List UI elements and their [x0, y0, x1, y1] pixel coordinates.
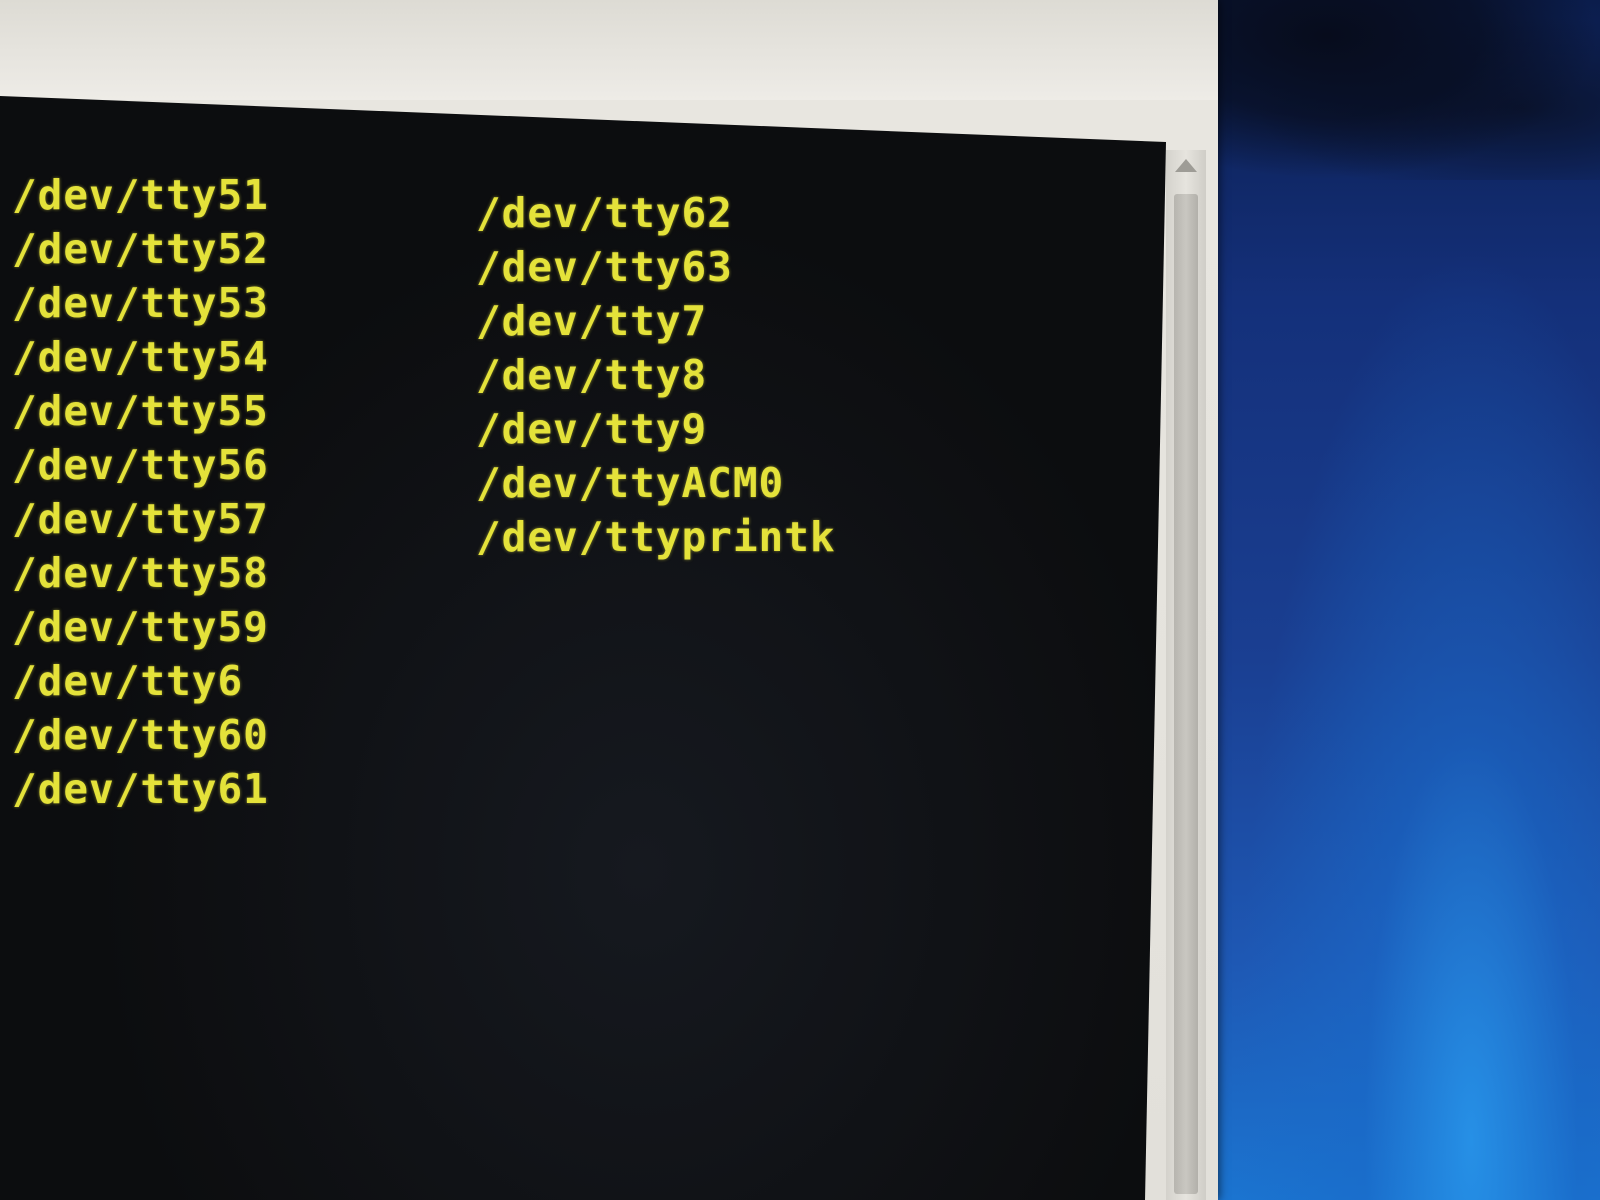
- output-line: /dev/tty58: [12, 549, 269, 597]
- window-frame: [0, 0, 1218, 100]
- scrollbar-thumb[interactable]: [1174, 194, 1198, 1194]
- output-line: /dev/tty59: [12, 603, 269, 651]
- output-line: /dev/tty62: [476, 189, 733, 237]
- scroll-up-button[interactable]: [1166, 156, 1206, 184]
- output-line: /dev/ttyprintk: [476, 513, 836, 561]
- output-line: /dev/tty63: [476, 243, 733, 291]
- terminal-output[interactable]: /dev/tty51 /dev/tty52 /dev/tty53 /dev/tt…: [0, 96, 1166, 1200]
- output-line: /dev/tty6: [12, 657, 244, 705]
- chevron-up-icon: [1175, 159, 1197, 172]
- output-line: /dev/tty9: [476, 405, 708, 453]
- output-line: /dev/tty57: [12, 495, 269, 543]
- output-line: /dev/tty52: [12, 225, 269, 273]
- output-column-2: /dev/tty62 /dev/tty63 /dev/tty7 /dev/tty…: [476, 186, 836, 564]
- wallpaper-clouds: [1210, 0, 1600, 180]
- output-line: /dev/tty60: [12, 711, 269, 759]
- output-line: /dev/tty54: [12, 333, 269, 381]
- output-line: /dev/ttyACM0: [476, 459, 785, 507]
- output-column-1: /dev/tty51 /dev/tty52 /dev/tty53 /dev/tt…: [12, 168, 269, 816]
- output-line: /dev/tty51: [12, 171, 269, 219]
- output-line: /dev/tty8: [476, 351, 708, 399]
- output-line: /dev/tty56: [12, 441, 269, 489]
- desktop-wallpaper: [1170, 0, 1600, 1200]
- output-line: /dev/tty53: [12, 279, 269, 327]
- vertical-scrollbar[interactable]: [1166, 150, 1206, 1200]
- terminal-window: /dev/tty51 /dev/tty52 /dev/tty53 /dev/tt…: [0, 0, 1218, 1200]
- output-line: /dev/tty55: [12, 387, 269, 435]
- output-line: /dev/tty61: [12, 765, 269, 813]
- output-line: /dev/tty7: [476, 297, 708, 345]
